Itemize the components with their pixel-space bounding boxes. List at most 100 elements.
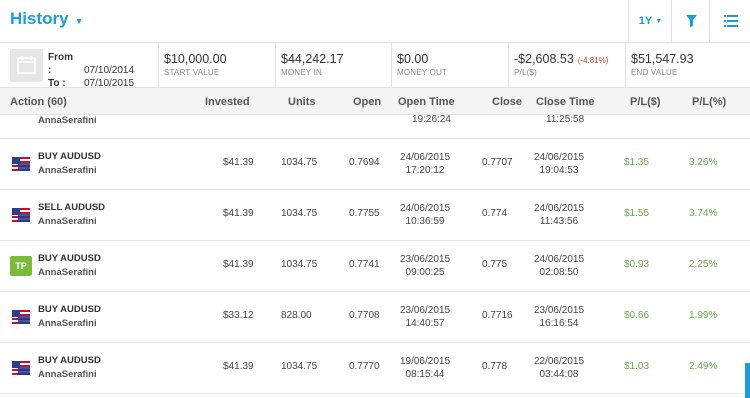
- open-date: 24/06/2015: [399, 203, 451, 214]
- stat-money-in: $44,242.17 MONEY IN: [275, 43, 391, 87]
- close-datetime: 24/06/2015 11:43:56: [531, 202, 587, 228]
- open-rate: 0.7708: [349, 310, 380, 321]
- trader-name[interactable]: AnnaSerafini: [38, 318, 97, 329]
- stat-value: $10,000.00: [164, 52, 227, 66]
- close-datetime: 24/06/2015 19:04:53: [531, 151, 587, 177]
- stat-label: MONEY OUT: [397, 68, 448, 77]
- from-date: 07/10/2014: [84, 65, 135, 76]
- units-value: 1034.75: [281, 157, 318, 168]
- units-value: 1034.75: [281, 208, 318, 219]
- close-time: 02:08:50: [539, 267, 579, 278]
- close-time: 11:25:58: [546, 115, 585, 125]
- history-title-dropdown[interactable]: History ▼: [10, 9, 84, 29]
- close-date: 23/06/2015: [533, 305, 585, 316]
- trade-action: BUY AUDUSD: [38, 355, 101, 366]
- stat-pl: -$2,608.53 (-4.81%) P/L($): [508, 43, 624, 87]
- pl-usd-value: $0.66: [624, 310, 650, 321]
- units-value: 1034.75: [281, 361, 318, 372]
- col-open-time[interactable]: Open Time: [398, 96, 455, 108]
- stat-value: -$2,608.53: [514, 52, 574, 66]
- col-units[interactable]: Units: [288, 96, 316, 108]
- units-value: 1034.75: [281, 259, 318, 270]
- open-time: 14:40:57: [405, 318, 445, 329]
- col-close-time[interactable]: Close Time: [536, 96, 595, 108]
- close-date: 24/06/2015: [533, 254, 585, 265]
- filter-button[interactable]: [671, 0, 710, 42]
- close-time: 11:43:56: [539, 216, 579, 227]
- history-table-body: AnnaSerafini 19:26:24 11:25:58 BUY AUDUS…: [0, 115, 750, 398]
- open-date: 23/06/2015: [399, 254, 451, 265]
- filter-icon: [685, 15, 697, 27]
- col-action[interactable]: Action (60): [10, 96, 67, 108]
- close-datetime: 24/06/2015 02:08:50: [531, 253, 587, 279]
- us-au-flag-icon: [12, 361, 30, 375]
- stat-label: MONEY IN: [281, 68, 323, 77]
- table-row[interactable]: AnnaSerafini 19:26:24 11:25:58: [0, 115, 750, 139]
- open-time: 17:20:12: [405, 165, 445, 176]
- open-datetime: 19/06/2015 08:15:44: [397, 355, 453, 381]
- open-rate: 0.7755: [349, 208, 380, 219]
- stat-value: $44,242.17: [281, 52, 344, 66]
- trader-name[interactable]: AnnaSerafini: [38, 369, 97, 380]
- stat-label: START VALUE: [164, 68, 220, 77]
- stat-value: $51,547.93: [631, 52, 694, 66]
- pl-usd-value: $0.93: [624, 259, 650, 270]
- from-label: From :: [48, 52, 73, 76]
- pl-usd-value: $1.55: [624, 208, 650, 219]
- close-date: 22/06/2015: [533, 356, 585, 367]
- open-time: 09:00:25: [405, 267, 445, 278]
- trader-name[interactable]: AnnaSerafini: [38, 216, 97, 227]
- close-rate: 0.778: [482, 361, 508, 372]
- col-pl-usd[interactable]: P/L($): [630, 96, 661, 108]
- calendar-button[interactable]: [10, 49, 43, 82]
- stat-money-out: $0.00 MONEY OUT: [391, 43, 507, 87]
- table-row[interactable]: BUY AUDUSD AnnaSerafini $41.39 1034.75 0.777…: [0, 343, 750, 394]
- period-label: 1Y: [638, 15, 653, 27]
- invested-value: $33.12: [223, 310, 254, 321]
- col-close[interactable]: Close: [492, 96, 522, 108]
- open-datetime: 23/06/2015 09:00:25: [397, 253, 453, 279]
- col-pl-pct[interactable]: P/L(%): [692, 96, 726, 108]
- take-profit-icon: TP: [10, 256, 32, 276]
- open-time: 19:26:24: [412, 115, 451, 125]
- table-header: Action (60) Invested Units Open Open Tim…: [0, 88, 750, 115]
- close-datetime: 22/06/2015 03:44:08: [531, 355, 587, 381]
- open-rate: 0.7770: [349, 361, 380, 372]
- period-selector[interactable]: 1Y ▼: [628, 0, 672, 42]
- us-au-flag-icon: [12, 157, 30, 171]
- stat-label: P/L($): [514, 68, 537, 77]
- close-date: 24/06/2015: [533, 203, 585, 214]
- trade-action: BUY AUDUSD: [38, 151, 101, 162]
- scrollbar[interactable]: [745, 363, 750, 398]
- open-datetime: 24/06/2015 10:36:59: [397, 202, 453, 228]
- close-rate: 0.7716: [482, 310, 513, 321]
- invested-value: $41.39: [223, 361, 254, 372]
- pl-pct-value: 2.49%: [689, 361, 718, 372]
- close-time: 03:44:08: [539, 369, 579, 380]
- col-invested[interactable]: Invested: [205, 96, 250, 108]
- table-row[interactable]: BUY AUDUSD AnnaSerafini $33.12 828.00 0.7708…: [0, 292, 750, 343]
- close-rate: 0.775: [482, 259, 508, 270]
- trade-action: BUY AUDUSD: [38, 304, 101, 315]
- units-value: 828.00: [281, 310, 312, 321]
- open-rate: 0.7741: [349, 259, 380, 270]
- chevron-down-icon: ▼: [655, 17, 663, 25]
- pl-pct-value: 1.99%: [689, 310, 718, 321]
- pl-usd-value: $1.03: [624, 361, 650, 372]
- trade-action: BUY AUDUSD: [38, 253, 101, 264]
- table-row[interactable]: BUY AUDUSD AnnaSerafini $41.39 1034.75 0.769…: [0, 139, 750, 190]
- list-view-button[interactable]: [709, 0, 750, 42]
- trader-name: AnnaSerafini: [38, 115, 97, 126]
- close-rate: 0.7707: [482, 157, 513, 168]
- stat-pct: (-4.81%): [577, 56, 609, 65]
- trade-action: SELL AUDUSD: [38, 202, 106, 213]
- trader-name[interactable]: AnnaSerafini: [38, 165, 97, 176]
- date-range: From :07/10/2014 To :07/10/2015: [48, 51, 134, 90]
- col-open[interactable]: Open: [353, 96, 381, 108]
- invested-value: $41.39: [223, 157, 254, 168]
- table-row[interactable]: TP BUY AUDUSD AnnaSerafini $41.39 1034.75 0.7…: [0, 241, 750, 292]
- pl-pct-value: 3.74%: [689, 208, 718, 219]
- stat-label: END VALUE: [631, 68, 678, 77]
- trader-name[interactable]: AnnaSerafini: [38, 267, 97, 278]
- table-row[interactable]: SELL AUDUSD AnnaSerafini $41.39 1034.75 0.77…: [0, 190, 750, 241]
